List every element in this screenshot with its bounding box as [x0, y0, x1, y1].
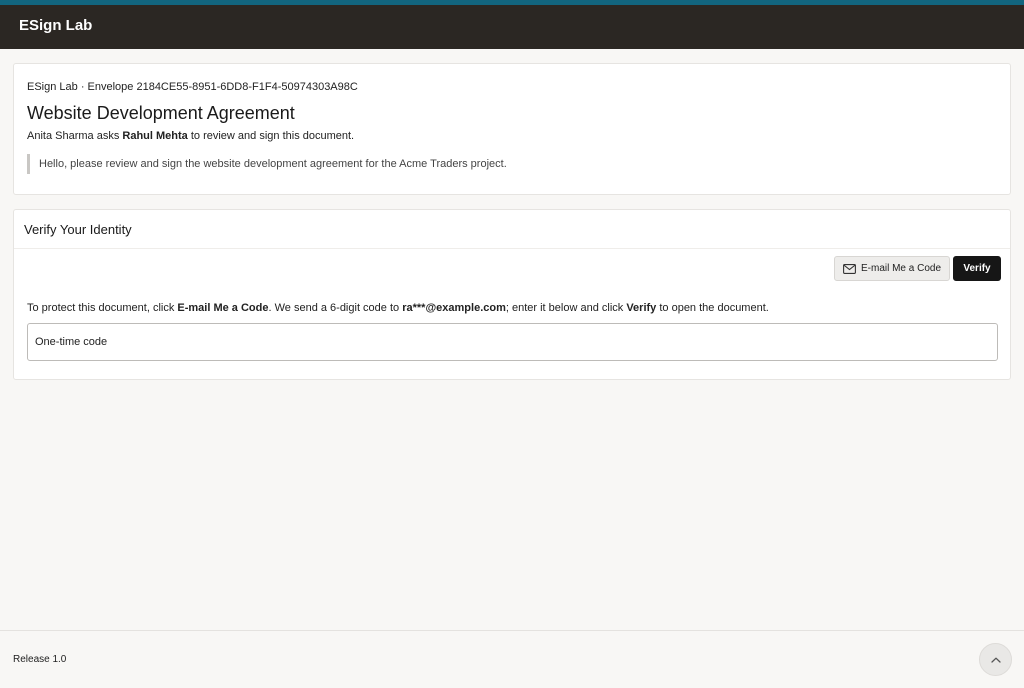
verify-header: Verify Your Identity	[14, 210, 1010, 249]
email-code-button-label: E-mail Me a Code	[860, 263, 942, 274]
sender-name: Anita Sharma	[27, 130, 94, 142]
sender-message: Hello, please review and sign the websit…	[27, 154, 507, 174]
mail-icon	[843, 263, 856, 274]
instructions-text-1: To protect this document, click	[27, 302, 178, 314]
release-label: Release 1.0	[13, 654, 67, 665]
chevron-up-icon	[990, 657, 1001, 663]
footer-divider	[0, 630, 1024, 631]
instructions-bold-address: ra***@example.com	[402, 302, 506, 314]
instructions-text-3: ; enter it below and click	[505, 302, 627, 314]
verify-identity-card: Verify Your Identity E-mail Me a Code Ve…	[13, 209, 1011, 380]
request-tail: to review and sign this document.	[187, 130, 355, 142]
app-brand[interactable]: ESign Lab	[19, 17, 92, 34]
signing-request: Anita Sharma asks Rahul Mehta to review …	[27, 130, 354, 142]
instructions-bold-verify: Verify	[626, 302, 657, 314]
request-verb: asks	[93, 130, 123, 142]
document-card: ESign Lab · Envelope 2184CE55-8951-6DD8-…	[13, 63, 1011, 195]
scroll-to-top-button[interactable]	[979, 643, 1012, 676]
verify-title: Verify Your Identity	[24, 222, 132, 237]
verify-instructions: To protect this document, click E-mail M…	[27, 302, 769, 314]
verify-button[interactable]: Verify	[953, 256, 1001, 281]
one-time-code-input[interactable]	[27, 323, 998, 361]
instructions-text-2: . We send a 6-digit code to	[268, 302, 403, 314]
document-title: Website Development Agreement	[27, 103, 295, 123]
instructions-bold-email: E-mail Me a Code	[177, 302, 269, 314]
top-bar: ESign Lab	[0, 0, 1024, 49]
email-code-button[interactable]: E-mail Me a Code	[834, 256, 950, 281]
recipient-name: Rahul Mehta	[122, 130, 188, 142]
instructions-text-4: to open the document.	[656, 302, 769, 314]
envelope-meta: ESign Lab · Envelope 2184CE55-8951-6DD8-…	[27, 81, 358, 93]
